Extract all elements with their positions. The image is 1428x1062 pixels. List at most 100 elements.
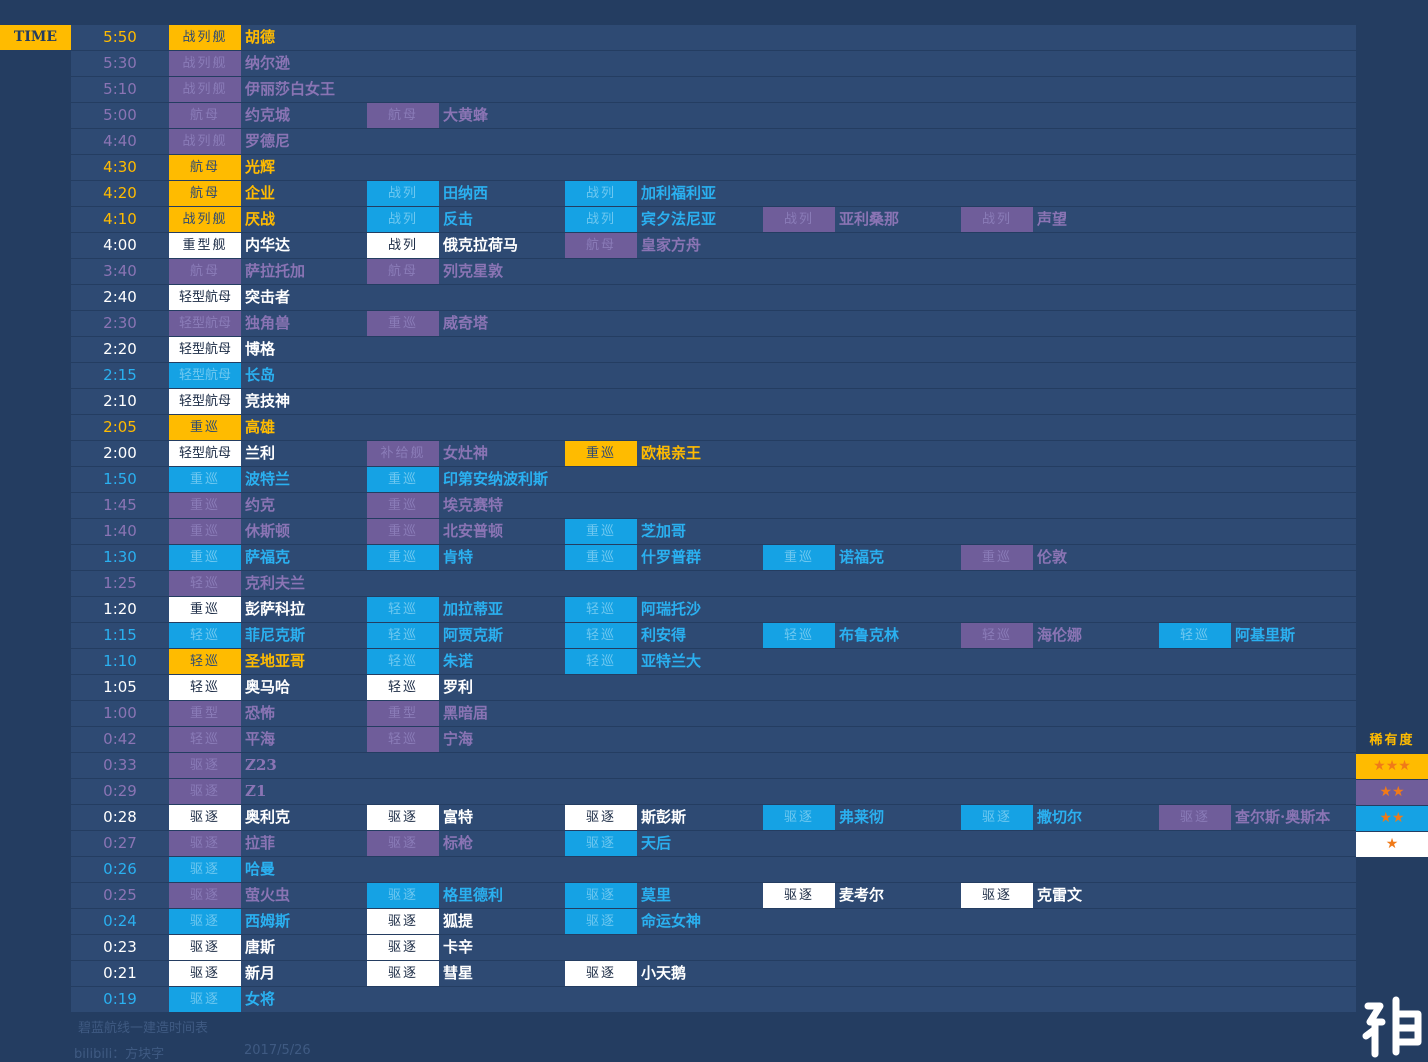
time-value: 1:40 [103, 522, 137, 540]
ship-name: 命运女神 [641, 912, 702, 930]
ship-type-badge: 驱逐 [169, 805, 241, 830]
ship-type-badge: 轻巡 [961, 623, 1033, 648]
table-row: 1:20 重巡 彭萨科拉 轻巡 加拉蒂亚 轻巡 阿瑞托沙 [71, 597, 1356, 623]
ship-type-badge: 战列 [763, 207, 835, 232]
ship-type-badge: 轻巡 [169, 571, 241, 596]
ship-name: 休斯顿 [245, 522, 291, 540]
table-row: 0:23 驱逐 唐斯 驱逐 卡辛 [71, 935, 1356, 961]
time-value: 4:20 [103, 184, 137, 202]
ship-name: 弗莱彻 [839, 808, 885, 826]
ship-name: 威奇塔 [443, 314, 489, 332]
ship-name: 声望 [1037, 210, 1068, 228]
ship-type-badge: 重巡 [367, 467, 439, 492]
table-row: 1:50 重巡 波特兰 重巡 印第安纳波利斯 [71, 467, 1356, 493]
ship-type-badge: 战列 [367, 207, 439, 232]
ship-name: 长岛 [245, 366, 276, 384]
ship-type-badge: 驱逐 [565, 961, 637, 986]
legend-title: 稀有度 [1369, 733, 1415, 748]
table-row: 0:29 驱逐 Z1 [71, 779, 1356, 805]
ship-name: 西姆斯 [245, 912, 291, 930]
time-value: 0:28 [103, 808, 137, 826]
ship-type-badge: 轻巡 [367, 675, 439, 700]
ship-type-badge: 重巡 [169, 493, 241, 518]
ship-type-badge: 驱逐 [763, 883, 835, 908]
ship-type-badge: 轻巡 [367, 597, 439, 622]
table-row: 4:20 航母 企业 战列 田纳西 战列 加利福利亚 [71, 181, 1356, 207]
ship-name: 天后 [641, 834, 672, 852]
ship-name: 埃克赛特 [443, 496, 504, 514]
ship-name: 加拉蒂亚 [443, 600, 504, 618]
ship-name: 恐怖 [245, 704, 276, 722]
ship-type-badge: 重巡 [565, 519, 637, 544]
ship-type-badge: 航母 [169, 155, 241, 180]
ship-name: 阿瑞托沙 [641, 600, 702, 618]
time-value: 1:10 [103, 652, 137, 670]
table-row: 1:05 轻巡 奥马哈 轻巡 罗利 [71, 675, 1356, 701]
time-value: 0:24 [103, 912, 137, 930]
table-row: 1:45 重巡 约克 重巡 埃克赛特 [71, 493, 1356, 519]
ship-name: 光辉 [245, 158, 276, 176]
ship-type-badge: 重巡 [367, 545, 439, 570]
table-row: 1:15 轻巡 菲尼克斯 轻巡 阿贾克斯 轻巡 利安得 轻巡 布鲁克林 轻巡 海伦娜 轻巡 阿基里斯 [71, 623, 1356, 649]
table-row: 0:42 轻巡 平海 轻巡 宁海 [71, 727, 1356, 753]
ship-name: 罗利 [443, 678, 474, 696]
ship-name: 麦考尔 [839, 886, 885, 904]
ship-name: 克利夫兰 [245, 574, 306, 592]
table-row: 2:10 轻型航母 竞技神 [71, 389, 1356, 415]
table-row: 2:15 轻型航母 长岛 [71, 363, 1356, 389]
ship-name: 反击 [443, 210, 474, 228]
table-row: 1:00 重型 恐怖 重型 黑暗届 [71, 701, 1356, 727]
ship-type-badge: 航母 [169, 103, 241, 128]
time-value: 2:10 [103, 392, 137, 410]
ship-name: 宁海 [443, 730, 474, 748]
table-row: 2:20 轻型航母 博格 [71, 337, 1356, 363]
ship-type-badge: 重型 [367, 701, 439, 726]
ship-name: 竞技神 [245, 392, 291, 410]
ship-type-badge: 航母 [565, 233, 637, 258]
time-value: 2:30 [103, 314, 137, 332]
time-value: 1:00 [103, 704, 137, 722]
ship-name: Z1 [245, 782, 267, 800]
table-row: 0:33 驱逐 Z23 [71, 753, 1356, 779]
table-row: 4:40 战列舰 罗德尼 [71, 129, 1356, 155]
ship-name: 纳尔逊 [245, 54, 291, 72]
ship-type-badge: 轻巡 [169, 727, 241, 752]
table-row: 5:10 战列舰 伊丽莎白女王 [71, 77, 1356, 103]
footer-title: 碧蓝航线一建造时间表 [78, 1021, 209, 1036]
ship-type-badge: 重巡 [169, 415, 241, 440]
time-value: 2:00 [103, 444, 137, 462]
ship-type-badge: 航母 [367, 103, 439, 128]
table-row: 0:21 驱逐 新月 驱逐 彗星 驱逐 小天鹅 [71, 961, 1356, 987]
ship-name: 伊丽莎白女王 [245, 80, 336, 98]
ship-type-badge: 重巡 [763, 545, 835, 570]
time-value: 0:26 [103, 860, 137, 878]
ship-type-badge: 驱逐 [169, 883, 241, 908]
ship-type-badge: 战列 [565, 181, 637, 206]
table-row: 5:00 航母 约克城 航母 大黄蜂 [71, 103, 1356, 129]
ship-type-badge: 轻型航母 [169, 311, 241, 336]
ship-type-badge: 轻巡 [367, 623, 439, 648]
ship-name: 内华达 [245, 236, 291, 254]
time-value: 1:50 [103, 470, 137, 488]
ship-name: 罗德尼 [245, 132, 291, 150]
ship-type-badge: 轻巡 [367, 649, 439, 674]
ship-type-badge: 战列 [367, 181, 439, 206]
table-row: 2:30 轻型航母 独角兽 重巡 威奇塔 [71, 311, 1356, 337]
ship-type-badge: 重型舰 [169, 233, 241, 258]
ship-type-badge: 航母 [367, 259, 439, 284]
legend-stars: ★★★ [1356, 754, 1428, 780]
ship-type-badge: 驱逐 [565, 805, 637, 830]
ship-name: 北安普顿 [443, 522, 504, 540]
ship-type-badge: 驱逐 [367, 961, 439, 986]
ship-name: 大黄蜂 [443, 106, 489, 124]
ship-name: 肯特 [443, 548, 474, 566]
footer-author: bilibili：方块字 [74, 1047, 165, 1062]
ship-type-badge: 战列舰 [169, 25, 241, 50]
ship-name: 朱诺 [443, 652, 474, 670]
time-value: 0:33 [103, 756, 137, 774]
ship-type-badge: 重型 [169, 701, 241, 726]
time-value: 0:27 [103, 834, 137, 852]
ship-type-badge: 重巡 [565, 441, 637, 466]
ship-type-badge: 轻巡 [367, 727, 439, 752]
ship-type-badge: 轻巡 [565, 649, 637, 674]
